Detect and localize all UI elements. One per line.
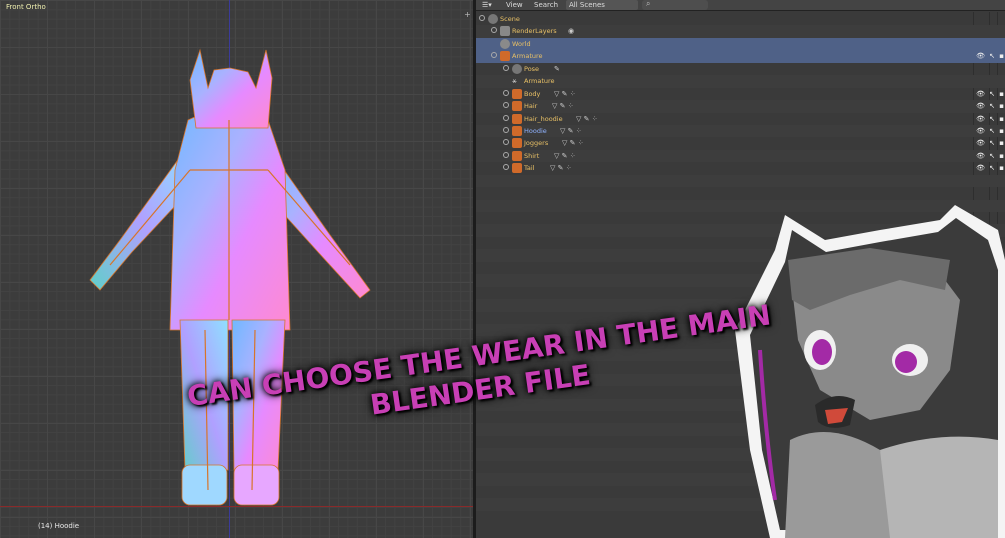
expand-toggle-icon[interactable] bbox=[491, 52, 497, 59]
render-camera-icon[interactable]: ▪ bbox=[999, 137, 1004, 149]
tree-row-hair-hoodie[interactable]: Hair_hoodie ▽ ✎ ⁘ 👁 ↖ ▪ bbox=[476, 113, 1005, 125]
tree-row-renderlayers[interactable]: RenderLayers ◉ bbox=[476, 25, 1005, 38]
modifier-icons: ▽ ✎ ⁘ bbox=[554, 151, 576, 160]
select-cursor-icon[interactable]: ↖ bbox=[989, 137, 995, 149]
outliner-header: ☰▾ View Search All Scenes ⌕ bbox=[476, 0, 1005, 11]
render-layers-icon bbox=[500, 26, 510, 37]
visibility-eye-icon[interactable]: 👁 bbox=[976, 100, 985, 112]
tree-row-armature[interactable]: Armature 👁 ↖ ▪ bbox=[476, 50, 1005, 63]
tree-row-body[interactable]: Body ▽ ✎ ⁘ 👁 ↖ ▪ bbox=[476, 88, 1005, 100]
tree-label-tail[interactable]: Tail bbox=[524, 162, 535, 174]
tree-label-hair-hoodie[interactable]: Hair_hoodie bbox=[524, 113, 563, 125]
render-camera-icon[interactable]: ▪ bbox=[999, 100, 1004, 112]
expand-toggle-icon[interactable] bbox=[503, 114, 509, 121]
tree-label-armature[interactable]: Armature bbox=[512, 50, 543, 62]
expand-toggle-icon[interactable] bbox=[503, 164, 509, 171]
tree-label-scene[interactable]: Scene bbox=[500, 13, 520, 25]
tree-label-world[interactable]: World bbox=[512, 38, 531, 50]
armature-data-icon: ⚹ bbox=[512, 76, 517, 86]
tree-label-hoodie[interactable]: Hoodie bbox=[524, 125, 547, 137]
mesh-object-icon bbox=[512, 150, 522, 161]
expand-toggle-icon[interactable] bbox=[503, 139, 509, 146]
select-cursor-icon[interactable]: ↖ bbox=[989, 50, 995, 62]
render-camera-icon[interactable]: ▪ bbox=[999, 113, 1004, 125]
expand-toggle-icon[interactable] bbox=[503, 102, 509, 109]
tree-row-shirt[interactable]: Shirt ▽ ✎ ⁘ 👁 ↖ ▪ bbox=[476, 149, 1005, 163]
armature-icon bbox=[500, 51, 510, 62]
tree-label-shirt[interactable]: Shirt bbox=[524, 150, 539, 162]
tree-row-hair[interactable]: Hair ▽ ✎ ⁘ 👁 ↖ ▪ bbox=[476, 100, 1005, 113]
tree-label-renderlayers[interactable]: RenderLayers bbox=[512, 25, 557, 37]
visibility-eye-icon[interactable]: 👁 bbox=[976, 125, 985, 137]
render-camera-icon[interactable]: ▪ bbox=[999, 162, 1004, 174]
tree-label-body[interactable]: Body bbox=[524, 88, 540, 100]
expand-toggle-icon[interactable] bbox=[503, 89, 509, 96]
editor-type-icon[interactable]: ☰▾ bbox=[482, 0, 492, 11]
visibility-eye-icon[interactable]: 👁 bbox=[976, 88, 985, 100]
modifier-icons: ▽ ✎ ⁘ bbox=[550, 164, 572, 173]
tree-row-world[interactable]: World bbox=[476, 37, 1005, 51]
modifier-icons: ▽ ✎ ⁘ bbox=[560, 126, 582, 135]
modifier-icons: ▽ ✎ ⁘ bbox=[576, 114, 598, 123]
search-field[interactable]: ⌕ bbox=[642, 0, 708, 10]
tree-row-pose[interactable]: Pose ✎ bbox=[476, 63, 1005, 75]
modifier-icons: ▽ ✎ ⁘ bbox=[554, 89, 576, 98]
search-icon: ⌕ bbox=[646, 0, 651, 8]
modifier-icons: ▽ ✎ ⁘ bbox=[552, 102, 574, 111]
select-cursor-icon[interactable]: ↖ bbox=[989, 113, 995, 125]
expand-toggle-icon[interactable] bbox=[503, 151, 509, 158]
select-cursor-icon[interactable]: ↖ bbox=[989, 88, 995, 100]
tree-label-joggers[interactable]: Joggers bbox=[524, 137, 548, 149]
visibility-eye-icon[interactable]: 👁 bbox=[976, 162, 985, 174]
tree-row-armature-data[interactable]: ⚹ Armature bbox=[476, 75, 1005, 88]
tree-row-tail[interactable]: Tail ▽ ✎ ⁘ 👁 ↖ ▪ bbox=[476, 162, 1005, 174]
select-cursor-icon[interactable]: ↖ bbox=[989, 125, 995, 137]
tree-row-joggers[interactable]: Joggers ▽ ✎ ⁘ 👁 ↖ ▪ bbox=[476, 137, 1005, 149]
expand-toggle-icon[interactable] bbox=[479, 15, 485, 21]
active-object-label: (14) Hoodie bbox=[38, 522, 80, 530]
render-camera-icon[interactable]: ▪ bbox=[999, 88, 1004, 100]
bone-icon: ✎ bbox=[554, 64, 560, 73]
select-cursor-icon[interactable]: ↖ bbox=[989, 162, 995, 174]
expand-toggle-icon[interactable] bbox=[503, 126, 509, 133]
mesh-object-icon bbox=[512, 88, 522, 99]
tree-label-armature-data[interactable]: Armature bbox=[524, 75, 555, 87]
tree-label-hair[interactable]: Hair bbox=[524, 100, 537, 112]
mesh-object-icon bbox=[512, 163, 522, 174]
render-camera-icon[interactable]: ▪ bbox=[999, 150, 1004, 162]
tree-row-hoodie[interactable]: Hoodie ▽ ✎ ⁘ 👁 ↖ ▪ bbox=[476, 124, 1005, 138]
mesh-object-icon bbox=[512, 125, 522, 136]
world-icon bbox=[500, 38, 510, 49]
render-camera-icon[interactable]: ▪ bbox=[999, 50, 1004, 62]
tree-label-pose[interactable]: Pose bbox=[524, 63, 539, 75]
mesh-object-icon bbox=[512, 113, 522, 124]
select-cursor-icon[interactable]: ↖ bbox=[989, 100, 995, 112]
visibility-eye-icon[interactable]: 👁 bbox=[976, 50, 985, 62]
scene-icon bbox=[488, 14, 498, 24]
mesh-object-icon bbox=[512, 101, 522, 112]
expand-toggle-icon[interactable] bbox=[503, 64, 509, 71]
search-menu[interactable]: Search bbox=[534, 0, 558, 11]
select-cursor-icon[interactable]: ↖ bbox=[989, 150, 995, 162]
render-layer-icon: ◉ bbox=[568, 27, 575, 36]
tree-row-scene[interactable]: Scene bbox=[476, 13, 1005, 25]
mesh-object-icon bbox=[512, 138, 522, 149]
display-mode-select[interactable]: All Scenes bbox=[566, 0, 638, 10]
expand-toggle-icon[interactable] bbox=[491, 27, 497, 34]
render-camera-icon[interactable]: ▪ bbox=[999, 125, 1004, 137]
visibility-eye-icon[interactable]: 👁 bbox=[976, 113, 985, 125]
visibility-eye-icon[interactable]: 👁 bbox=[976, 137, 985, 149]
modifier-icons: ▽ ✎ ⁘ bbox=[562, 139, 584, 148]
visibility-eye-icon[interactable]: 👁 bbox=[976, 150, 985, 162]
view-menu[interactable]: View bbox=[506, 0, 523, 11]
pose-icon bbox=[512, 63, 522, 74]
